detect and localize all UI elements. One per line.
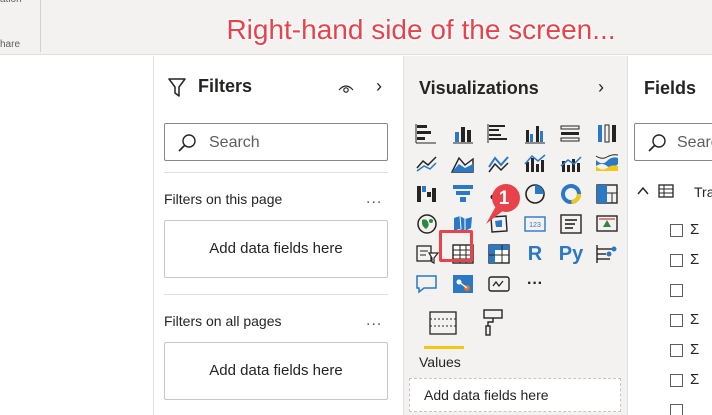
matrix-visual-icon[interactable]	[486, 242, 512, 266]
search-icon	[648, 134, 666, 152]
funnel-icon	[168, 78, 186, 97]
field-checkbox[interactable]	[670, 404, 683, 415]
100-stacked-column-chart-icon[interactable]	[594, 122, 620, 146]
clustered-column-chart-icon[interactable]	[522, 122, 548, 146]
map-icon[interactable]	[414, 212, 440, 236]
eye-icon[interactable]	[338, 82, 354, 94]
qna-icon[interactable]	[414, 272, 440, 296]
values-drop-zone[interactable]: Add data fields here	[409, 378, 621, 412]
key-influencers-icon[interactable]	[594, 242, 620, 266]
field-checkbox[interactable]	[670, 374, 683, 387]
table-name: Trar	[694, 184, 712, 200]
callout-number: 1	[498, 188, 510, 209]
fields-well-tab-icon[interactable]	[428, 310, 458, 336]
values-well-label: Values	[419, 354, 461, 370]
donut-chart-icon[interactable]	[558, 182, 584, 206]
sigma-icon: Σ	[690, 251, 700, 268]
fields-pane: Fields Searc Trar Σ Σ Σ Σ Σ	[628, 56, 712, 415]
all-pages-filters-drop-zone[interactable]: Add data fields here	[164, 342, 388, 400]
stacked-bar-chart-icon[interactable]	[414, 122, 440, 146]
100-stacked-bar-chart-icon[interactable]	[558, 122, 584, 146]
divider	[164, 294, 388, 295]
active-tab-indicator	[424, 346, 464, 349]
fields-search-input[interactable]: Searc	[634, 123, 712, 161]
filters-search-input[interactable]: Search	[164, 123, 388, 161]
stacked-area-chart-icon[interactable]	[486, 152, 512, 176]
fields-title: Fields	[644, 78, 697, 98]
filters-title: Filters	[198, 76, 253, 96]
sigma-icon: Σ	[690, 371, 700, 388]
area-chart-icon[interactable]	[450, 152, 476, 176]
more-visuals-button[interactable]: ···	[522, 272, 548, 296]
python-visual-icon[interactable]: Py	[556, 242, 586, 266]
multi-row-card-icon[interactable]	[558, 212, 584, 236]
filters-on-this-page-label: Filters on this page	[164, 191, 283, 207]
r-script-visual-icon[interactable]: R	[522, 242, 548, 266]
search-icon	[178, 134, 196, 152]
page-filters-drop-zone[interactable]: Add data fields here	[164, 220, 388, 278]
paint-roller-icon[interactable]	[482, 308, 504, 336]
collapse-visualizations-chevron-icon[interactable]: ›	[598, 77, 604, 98]
kpi-icon[interactable]	[594, 212, 620, 236]
line-and-clustered-column-chart-icon[interactable]	[558, 152, 584, 176]
line-chart-icon[interactable]	[414, 152, 440, 176]
svg-text:123: 123	[529, 222, 541, 229]
sigma-icon: Σ	[690, 341, 700, 358]
ribbon-partial-label-top[interactable]: ation	[0, 0, 22, 5]
stacked-column-chart-icon[interactable]	[450, 122, 476, 146]
line-and-stacked-column-chart-icon[interactable]	[522, 152, 548, 176]
collapse-filters-chevron-icon[interactable]: ›	[376, 76, 382, 97]
annotation-caption: Right-hand side of the screen...	[226, 14, 616, 45]
visualizations-title: Visualizations	[419, 78, 539, 98]
decomposition-tree-icon[interactable]	[450, 272, 476, 296]
smart-narrative-icon[interactable]	[486, 272, 512, 296]
field-checkbox[interactable]	[670, 314, 683, 327]
ribbon-chart-icon[interactable]	[594, 152, 620, 176]
field-checkbox[interactable]	[670, 284, 683, 297]
sigma-icon: Σ	[690, 311, 700, 328]
filters-all-pages-more-button[interactable]: ...	[366, 312, 382, 330]
table-visual-highlight	[439, 230, 473, 262]
filters-page-more-button[interactable]: ...	[366, 190, 382, 208]
filters-pane: Filters › Search Filters on this page ..…	[154, 56, 404, 415]
table-icon	[658, 184, 674, 198]
chevron-up-icon[interactable]	[636, 184, 650, 198]
sigma-icon: Σ	[690, 221, 700, 238]
divider	[164, 172, 388, 173]
field-checkbox[interactable]	[670, 254, 683, 267]
field-checkbox[interactable]	[670, 344, 683, 357]
field-checkbox[interactable]	[670, 224, 683, 237]
funnel-chart-icon[interactable]	[450, 182, 476, 206]
filters-on-all-pages-label: Filters on all pages	[164, 313, 282, 329]
visualizations-pane: Visualizations › 123 R Py ··· 1 Values A…	[404, 56, 628, 415]
clustered-bar-chart-icon[interactable]	[486, 122, 512, 146]
treemap-icon[interactable]	[594, 182, 620, 206]
slicer-icon[interactable]	[414, 242, 440, 266]
waterfall-chart-icon[interactable]	[414, 182, 440, 206]
filters-search-placeholder: Search	[209, 134, 260, 151]
fields-search-placeholder: Searc	[677, 134, 712, 151]
report-canvas[interactable]	[0, 56, 154, 415]
